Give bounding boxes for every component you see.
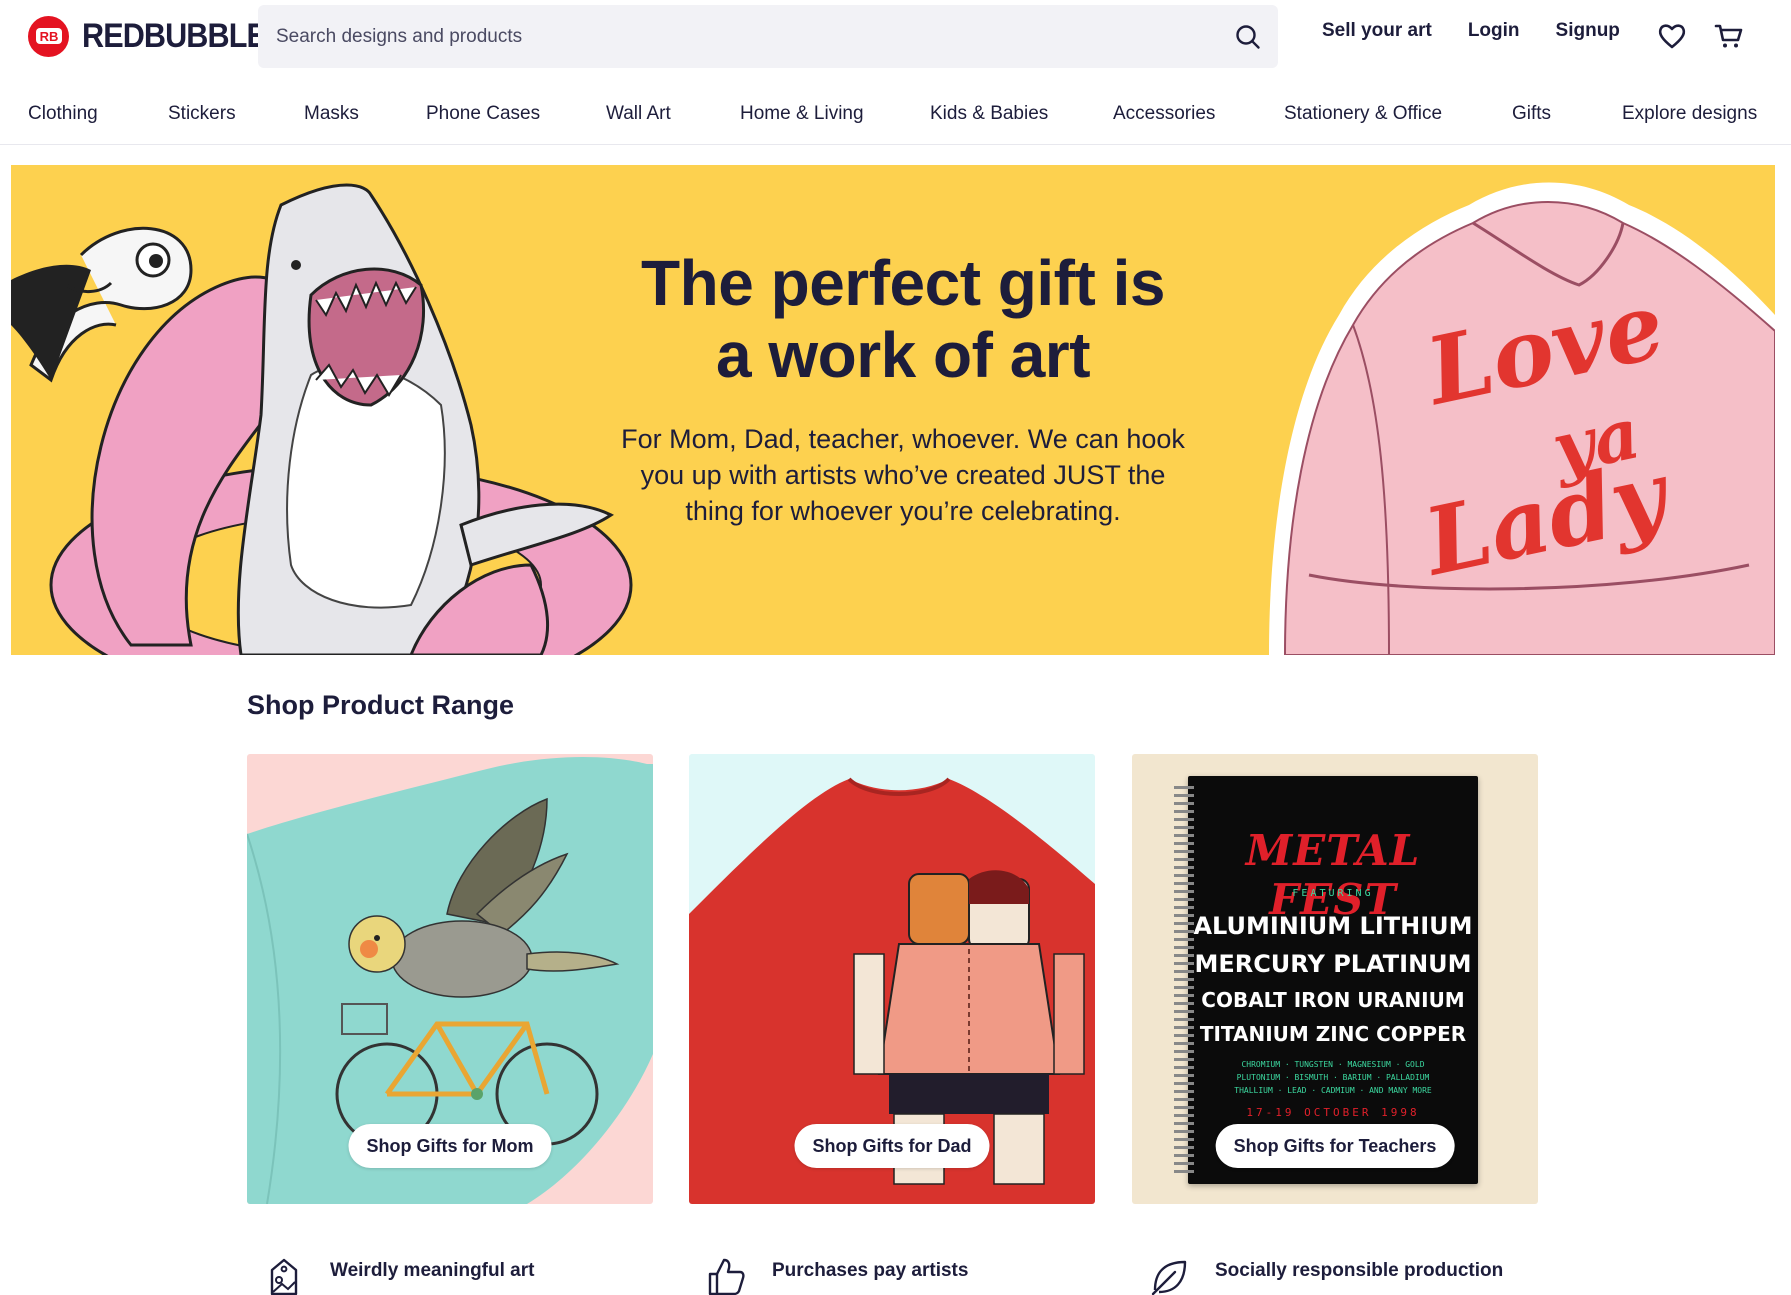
shop-gifts-dad-button[interactable]: Shop Gifts for Dad: [794, 1124, 990, 1168]
shop-gifts-teachers-button[interactable]: Shop Gifts for Teachers: [1215, 1124, 1455, 1168]
nav-item-home-living[interactable]: Home & Living: [740, 103, 864, 125]
thumbs-up-icon: [708, 1258, 745, 1295]
gift-card-dad[interactable]: Shop Gifts for Dad: [689, 754, 1095, 1204]
tag-icon: [270, 1258, 298, 1295]
header-links: Sell your art Login Signup: [1322, 20, 1656, 42]
cart-icon: [1714, 24, 1743, 48]
value-prop-responsible-production: Socially responsible production: [1149, 1254, 1503, 1295]
sell-your-art-link[interactable]: Sell your art: [1322, 20, 1432, 42]
notebook-small-line-3: THALLIUM · LEAD · CADMIUM · AND MANY MOR…: [1234, 1086, 1432, 1095]
value-prop-title: Socially responsible production: [1215, 1260, 1504, 1281]
site-header: RB REDBUBBLE Sell your art Login Signup: [0, 0, 1791, 72]
hero-title: The perfect gift is a work of art: [511, 247, 1295, 391]
wishlist-button[interactable]: [1656, 20, 1688, 52]
shop-gifts-mom-button[interactable]: Shop Gifts for Mom: [348, 1124, 552, 1168]
search-icon: [1236, 24, 1260, 49]
svg-text:RB: RB: [39, 29, 58, 44]
pink-jacket-illustration: Love ya Lady: [1269, 182, 1775, 655]
redbubble-logo[interactable]: RB REDBUBBLE: [28, 14, 286, 58]
notebook-line-2: MERCURY PLATINUM: [1194, 950, 1472, 978]
value-prop-title: Weirdly meaningful art: [330, 1260, 535, 1281]
nav-item-accessories[interactable]: Accessories: [1113, 103, 1215, 125]
notebook-line-3: COBALT IRON URANIUM: [1201, 988, 1465, 1012]
search-bar: [258, 5, 1278, 68]
category-nav: Clothing Stickers Masks Phone Cases Wall…: [0, 95, 1791, 145]
nav-item-stickers[interactable]: Stickers: [168, 103, 236, 125]
hero-title-line-1: The perfect gift is: [641, 247, 1165, 319]
signup-link[interactable]: Signup: [1556, 20, 1620, 42]
nav-item-clothing[interactable]: Clothing: [28, 103, 98, 125]
nav-item-gifts[interactable]: Gifts: [1512, 103, 1551, 125]
notebook-headline: METAL FEST: [1245, 826, 1421, 924]
nav-item-phone-cases[interactable]: Phone Cases: [426, 103, 540, 125]
nav-item-masks[interactable]: Masks: [304, 103, 359, 125]
nav-item-kids-babies[interactable]: Kids & Babies: [930, 103, 1048, 125]
value-prop-title: Purchases pay artists: [772, 1260, 969, 1281]
login-link[interactable]: Login: [1468, 20, 1520, 42]
value-prop-meaningful-art: Weirdly meaningful art: [264, 1254, 534, 1295]
nav-item-stationery-office[interactable]: Stationery & Office: [1284, 103, 1442, 125]
logo-mark-icon: RB: [28, 15, 69, 57]
gift-card-mom[interactable]: Shop Gifts for Mom: [247, 754, 653, 1204]
notebook-line-1: ALUMINIUM LITHIUM: [1193, 912, 1473, 940]
leaf-icon: [1151, 1260, 1187, 1295]
heart-icon: [1658, 24, 1686, 49]
notebook-small-line-1: CHROMIUM · TUNGSTEN · MAGNESIUM · GOLD: [1241, 1060, 1425, 1069]
notebook-small-line-2: PLUTONIUM · BISMUTH · BARIUM · PALLADIUM: [1236, 1073, 1430, 1082]
flamingo-shark-illustration: [11, 183, 633, 655]
hero-title-line-2: a work of art: [715, 319, 1091, 391]
gift-card-teachers[interactable]: METAL FEST FEATURING ALUMINIUM LITHIUM M…: [1132, 754, 1538, 1204]
search-input[interactable]: [258, 5, 1218, 68]
notebook-date: 17-19 OCTOBER 1998: [1246, 1106, 1420, 1119]
logo-text: REDBUBBLE: [82, 16, 267, 55]
notebook-line-4: TITANIUM ZINC COPPER: [1199, 1022, 1467, 1046]
cart-button[interactable]: [1713, 20, 1745, 52]
nav-item-wall-art[interactable]: Wall Art: [606, 103, 671, 125]
hero-subtitle: For Mom, Dad, teacher, whoever. We can h…: [621, 424, 1185, 526]
shop-range-title: Shop Product Range: [247, 690, 515, 720]
search-button[interactable]: [1218, 5, 1278, 68]
notebook-featuring: FEATURING: [1292, 888, 1374, 899]
nav-item-explore-designs[interactable]: Explore designs: [1622, 103, 1757, 125]
value-prop-pay-artists: Purchases pay artists: [706, 1254, 968, 1295]
metal-fest-notebook: METAL FEST FEATURING ALUMINIUM LITHIUM M…: [1174, 776, 1478, 1184]
hero-banner[interactable]: Love ya Lady The perfect gift is a work …: [11, 165, 1775, 655]
